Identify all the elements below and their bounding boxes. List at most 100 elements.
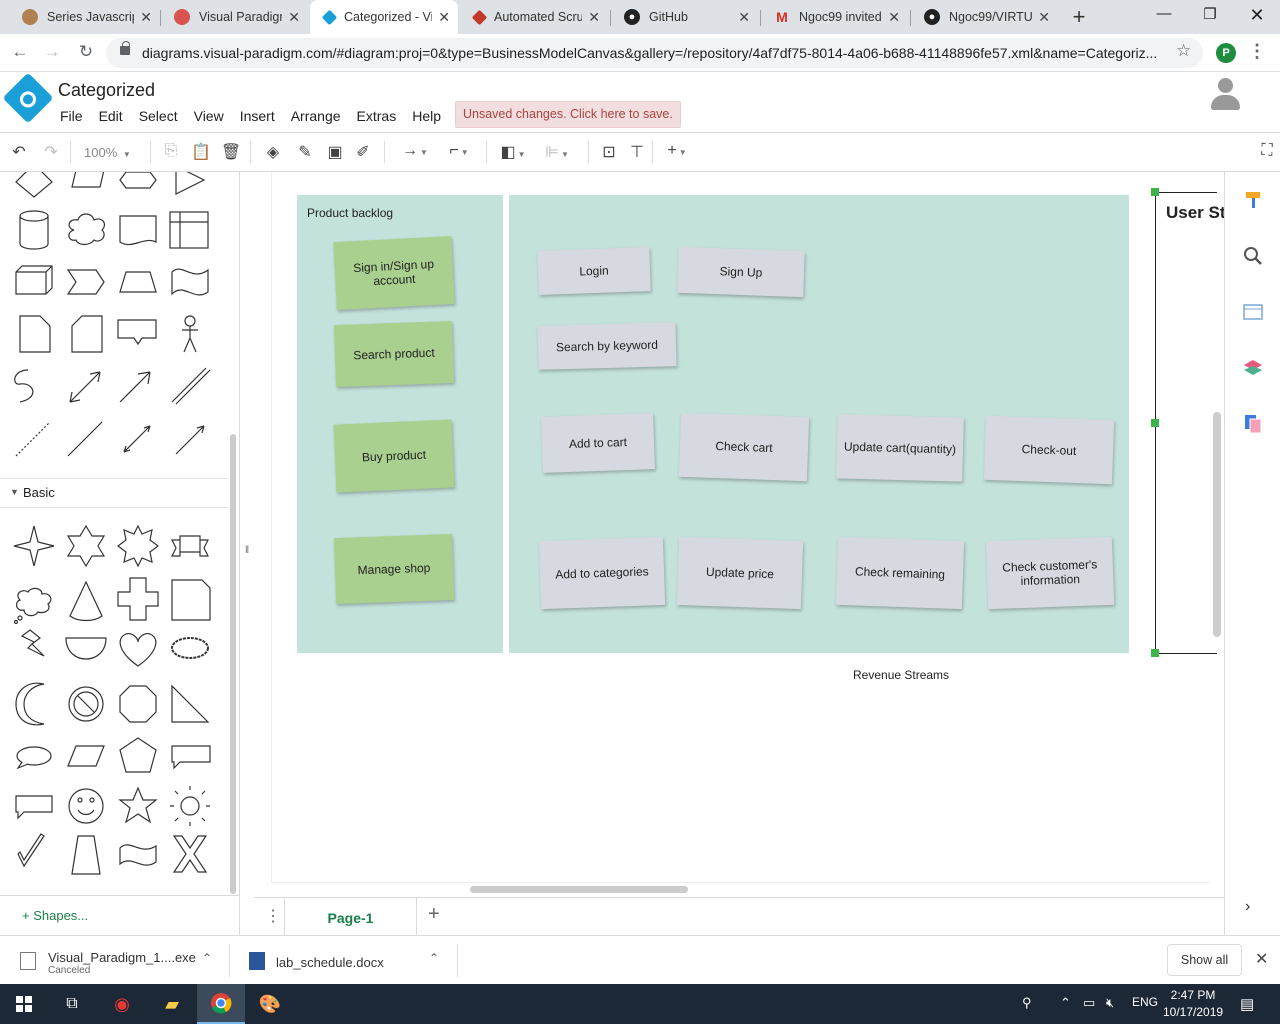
align-icon[interactable]: ⊫ ▼ [540,142,574,162]
user-stories-frame[interactable]: User St [1155,192,1226,654]
minimize-button[interactable]: — [1152,5,1176,22]
story-sticky[interactable]: Check cart [678,412,810,482]
arrange-front-icon[interactable]: ◧ ▼ [496,142,530,162]
zoom-select[interactable]: 100% ▼ [84,145,131,160]
story-sticky[interactable]: Check-out [983,415,1115,485]
fill-color-icon[interactable]: ◈ [262,142,284,162]
user-account-icon[interactable] [1210,78,1240,114]
pages-icon[interactable] [1243,414,1263,434]
forward-arrow-icon[interactable]: → [42,42,62,62]
menu-view[interactable]: View [186,106,232,126]
download-item[interactable]: lab_schedule.docx ⌃ [229,936,457,985]
close-icon[interactable]: ✕ [288,9,300,26]
browser-tab[interactable]: Visual Paradigm ✕ [160,0,308,34]
paint-icon[interactable]: 🎨 [246,984,294,1024]
insert-plus-icon[interactable]: + ▼ [660,142,694,160]
story-sticky[interactable]: Add to categories [538,536,666,610]
browser-menu-icon[interactable]: ⋮ [1248,41,1266,62]
line-color-icon[interactable]: ✎ [294,142,316,162]
browser-tab[interactable]: Series Javascript ✕ [8,0,160,34]
redo-icon[interactable]: ↷ [40,142,62,162]
delete-icon[interactable]: 🗑 [220,142,242,162]
page-menu-icon[interactable]: ⋮ [265,906,281,926]
menu-edit[interactable]: Edit [91,106,131,126]
url-bar[interactable]: diagrams.visual-paradigm.com/#diagram:pr… [106,38,1203,68]
close-icon[interactable]: ✕ [888,9,900,26]
close-icon[interactable]: ✕ [588,9,600,26]
close-icon[interactable]: ✕ [738,9,750,26]
app-icon[interactable]: ◉ [98,984,146,1024]
story-sticky[interactable]: Check customer's information [985,536,1115,610]
url-text[interactable]: diagrams.visual-paradigm.com/#diagram:pr… [142,45,1172,61]
profile-avatar[interactable]: P [1216,43,1236,63]
horizontal-scrollbar[interactable] [470,886,688,893]
resize-handle[interactable] [1151,649,1159,657]
browser-tab[interactable]: ● GitHub ✕ [610,0,758,34]
add-page-button[interactable]: + [428,903,440,926]
close-icon[interactable]: ✕ [140,9,152,26]
format-painter-icon[interactable]: ✐ [352,142,374,162]
close-icon[interactable]: ✕ [1038,9,1050,26]
layers-icon[interactable] [1243,358,1263,378]
resize-icon[interactable]: ⊤ [626,142,648,162]
general-shapes-palette[interactable] [0,172,228,478]
restore-button[interactable]: ❐ [1198,5,1222,23]
chevron-up-icon[interactable]: ⌃ [202,951,212,965]
file-explorer-icon[interactable]: ▰ [148,984,196,1024]
menu-insert[interactable]: Insert [232,106,283,126]
volume-muted-icon[interactable]: 🔇︎ [1106,995,1114,1011]
show-all-downloads-button[interactable]: Show all [1167,944,1242,976]
chrome-icon[interactable] [197,984,245,1024]
basic-shapes-palette[interactable] [0,514,228,894]
vertical-scrollbar[interactable] [1213,412,1221,637]
search-icon[interactable] [1243,246,1263,266]
browser-tab[interactable]: M Ngoc99 invited ✕ [760,0,908,34]
back-arrow-icon[interactable]: ← [10,42,30,62]
basic-section-header[interactable]: ▼ Basic [0,478,228,508]
connection-icon[interactable]: → ▼ [398,142,432,160]
browser-tab[interactable]: Automated Scru ✕ [460,0,608,34]
page-tab[interactable]: Page-1 [284,898,417,936]
menu-file[interactable]: File [52,106,91,126]
close-icon[interactable]: ✕ [1255,949,1268,969]
diagram-canvas[interactable]: Product backlog Sign in/Sign up account … [254,172,1226,897]
notifications-icon[interactable]: ▤ [1240,995,1254,1013]
copy-icon[interactable]: ⎘ [160,142,182,160]
backlog-sticky[interactable]: Search product [333,320,455,388]
sidebar-scrollbar[interactable] [230,434,236,894]
window-close-button[interactable]: ✕ [1245,5,1269,26]
fullscreen-icon[interactable]: ⛶ [1256,142,1278,160]
windows-start-icon[interactable] [0,984,48,1024]
clock[interactable]: 2:47 PM 10/17/2019 [1163,987,1223,1021]
format-paintbrush-icon[interactable] [1243,190,1263,210]
backlog-sticky[interactable]: Manage shop [333,533,455,605]
network-icon[interactable]: ▭ [1083,995,1095,1011]
unsaved-changes-notice[interactable]: Unsaved changes. Click here to save. [455,101,681,128]
reload-icon[interactable]: ↻ [76,42,96,62]
chevron-up-icon[interactable]: ⌃ [429,951,439,965]
bookmark-star-icon[interactable]: ☆ [1176,41,1191,61]
outline-icon[interactable] [1243,302,1263,322]
resize-handle[interactable] [1151,188,1159,196]
story-sticky[interactable]: Sign Up [677,246,805,298]
backlog-sticky[interactable]: Buy product [333,419,455,493]
close-icon[interactable]: ✕ [438,9,450,26]
browser-tab[interactable]: ● Ngoc99/VIRTUA ✕ [910,0,1058,34]
menu-help[interactable]: Help [404,106,449,126]
task-view-icon[interactable]: ⧉ [48,984,96,1024]
story-sticky[interactable]: Search by keyword [537,322,677,370]
paste-icon[interactable]: 📋 [190,142,212,162]
story-sticky[interactable]: Check remaining [835,536,965,610]
browser-tab-active[interactable]: Categorized - Vi ✕ [310,0,458,34]
revenue-streams-label[interactable]: Revenue Streams [853,668,949,682]
backlog-sticky[interactable]: Sign in/Sign up account [333,235,455,311]
shadow-icon[interactable]: ▣ [324,142,346,162]
sidebar-resize-handle[interactable]: ‖ [245,545,249,556]
resize-handle[interactable] [1151,419,1159,427]
language-indicator[interactable]: ENG [1132,995,1158,1009]
menu-select[interactable]: Select [131,106,186,126]
more-shapes-button[interactable]: + Shapes... [0,895,239,935]
menu-extras[interactable]: Extras [349,106,405,126]
document-title[interactable]: Categorized [58,80,155,101]
chevron-up-icon[interactable]: ⌃ [1060,995,1071,1011]
